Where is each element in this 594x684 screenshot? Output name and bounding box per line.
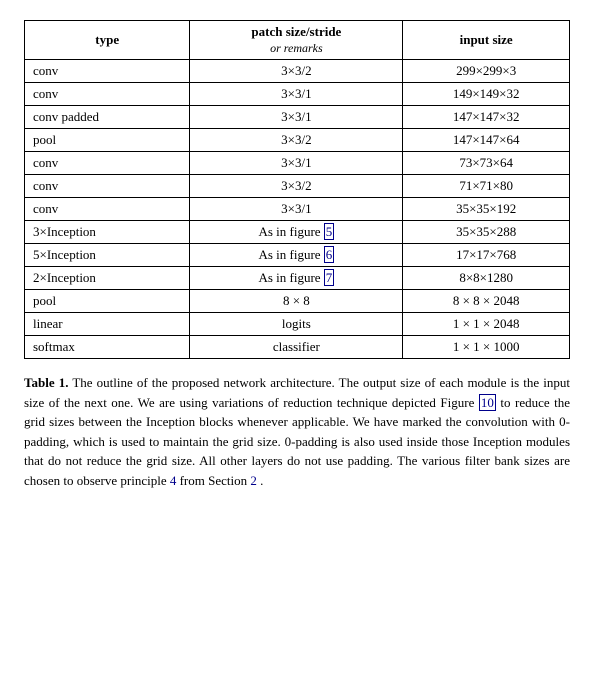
table-row: linearlogits1 × 1 × 2048 — [25, 313, 570, 336]
cell-type: softmax — [25, 336, 190, 359]
cell-type: conv — [25, 175, 190, 198]
cell-type: conv — [25, 198, 190, 221]
cell-patch: logits — [190, 313, 403, 336]
figure-link[interactable]: 6 — [324, 246, 335, 263]
table-row: pool3×3/2147×147×64 — [25, 129, 570, 152]
cell-patch: 3×3/2 — [190, 60, 403, 83]
cell-type: conv — [25, 152, 190, 175]
cell-type: conv — [25, 83, 190, 106]
cell-input: 35×35×288 — [403, 221, 570, 244]
table-row: conv3×3/135×35×192 — [25, 198, 570, 221]
cell-patch: 3×3/1 — [190, 152, 403, 175]
cell-input: 149×149×32 — [403, 83, 570, 106]
cell-input: 299×299×3 — [403, 60, 570, 83]
table-container: type patch size/stride or remarks input … — [24, 20, 570, 359]
cell-type: conv padded — [25, 106, 190, 129]
cell-patch: As in figure 6 — [190, 244, 403, 267]
cell-type: linear — [25, 313, 190, 336]
table-row: conv3×3/173×73×64 — [25, 152, 570, 175]
table-row: conv padded3×3/1147×147×32 — [25, 106, 570, 129]
cell-patch: 3×3/2 — [190, 175, 403, 198]
caption-link3[interactable]: 2 — [250, 473, 257, 488]
cell-input: 35×35×192 — [403, 198, 570, 221]
caption-link1[interactable]: 10 — [479, 394, 496, 411]
caption-label: Table 1. — [24, 375, 68, 390]
caption-link2[interactable]: 4 — [170, 473, 177, 488]
cell-patch: As in figure 7 — [190, 267, 403, 290]
cell-type: 3×Inception — [25, 221, 190, 244]
table-caption: Table 1. The outline of the proposed net… — [24, 373, 570, 490]
table-row: conv3×3/2299×299×3 — [25, 60, 570, 83]
cell-patch: classifier — [190, 336, 403, 359]
cell-input: 8 × 8 × 2048 — [403, 290, 570, 313]
cell-input: 1 × 1 × 1000 — [403, 336, 570, 359]
cell-type: 2×Inception — [25, 267, 190, 290]
table-row: 5×InceptionAs in figure 617×17×768 — [25, 244, 570, 267]
cell-type: pool — [25, 129, 190, 152]
table-row: 3×InceptionAs in figure 535×35×288 — [25, 221, 570, 244]
figure-link[interactable]: 5 — [324, 223, 335, 240]
cell-input: 8×8×1280 — [403, 267, 570, 290]
cell-patch: As in figure 5 — [190, 221, 403, 244]
cell-patch: 3×3/2 — [190, 129, 403, 152]
cell-type: conv — [25, 60, 190, 83]
col-header-input: input size — [403, 21, 570, 60]
cell-input: 17×17×768 — [403, 244, 570, 267]
col-header-patch: patch size/stride or remarks — [190, 21, 403, 60]
cell-patch: 3×3/1 — [190, 198, 403, 221]
cell-type: pool — [25, 290, 190, 313]
col-header-type: type — [25, 21, 190, 60]
cell-input: 147×147×64 — [403, 129, 570, 152]
table-row: pool8 × 88 × 8 × 2048 — [25, 290, 570, 313]
cell-patch: 3×3/1 — [190, 83, 403, 106]
figure-link[interactable]: 7 — [324, 269, 335, 286]
table-row: 2×InceptionAs in figure 78×8×1280 — [25, 267, 570, 290]
table-row: conv3×3/1149×149×32 — [25, 83, 570, 106]
cell-input: 1 × 1 × 2048 — [403, 313, 570, 336]
architecture-table: type patch size/stride or remarks input … — [24, 20, 570, 359]
table-row: conv3×3/271×71×80 — [25, 175, 570, 198]
cell-input: 73×73×64 — [403, 152, 570, 175]
cell-input: 147×147×32 — [403, 106, 570, 129]
caption-text4: . — [260, 473, 263, 488]
table-row: softmaxclassifier1 × 1 × 1000 — [25, 336, 570, 359]
cell-patch: 8 × 8 — [190, 290, 403, 313]
cell-type: 5×Inception — [25, 244, 190, 267]
cell-patch: 3×3/1 — [190, 106, 403, 129]
cell-input: 71×71×80 — [403, 175, 570, 198]
caption-text3: from Section — [180, 473, 251, 488]
